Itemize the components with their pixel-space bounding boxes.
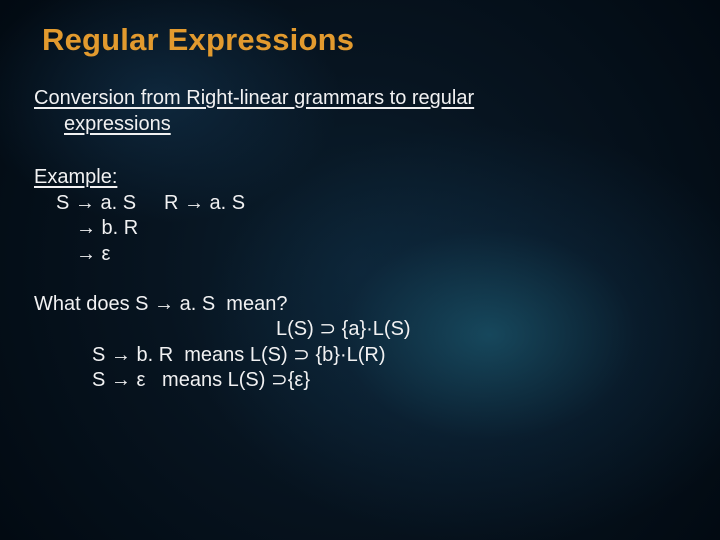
- grammar-row-1: S → a. S R → a. S: [34, 191, 680, 217]
- grammar-s-rule1: S → a. S: [34, 191, 164, 217]
- section-heading: Conversion from Right-linear grammars to…: [34, 86, 680, 137]
- meaning-question: What does S → a. S mean?: [34, 292, 680, 318]
- section-heading-line1: Conversion from Right-linear grammars to…: [34, 87, 474, 109]
- grammar-row-3: → ε: [34, 242, 680, 268]
- section-heading-line2: expressions: [34, 113, 171, 135]
- example-label: Example:: [34, 165, 117, 191]
- slide-title: Regular Expressions: [0, 0, 720, 68]
- grammar-r-rule1: R → a. S: [164, 191, 245, 217]
- example-block: Example: S → a. S R → a. S → b. R → ε: [34, 165, 680, 267]
- meaning-line1: L(S) ⊃ {a}·L(S): [34, 317, 680, 343]
- meaning-line2: S → b. R means L(S) ⊃ {b}·L(R): [34, 343, 680, 369]
- grammar-s-rule2: → b. R: [34, 216, 164, 242]
- slide: Regular Expressions Conversion from Righ…: [0, 0, 720, 540]
- grammar-row-2: → b. R: [34, 216, 680, 242]
- meaning-line3: S → ε means L(S) ⊃{ε}: [34, 368, 680, 394]
- slide-body: Conversion from Right-linear grammars to…: [0, 68, 720, 394]
- grammar-s-rule3: → ε: [34, 242, 164, 268]
- meaning-block: What does S → a. S mean? L(S) ⊃ {a}·L(S)…: [34, 292, 680, 394]
